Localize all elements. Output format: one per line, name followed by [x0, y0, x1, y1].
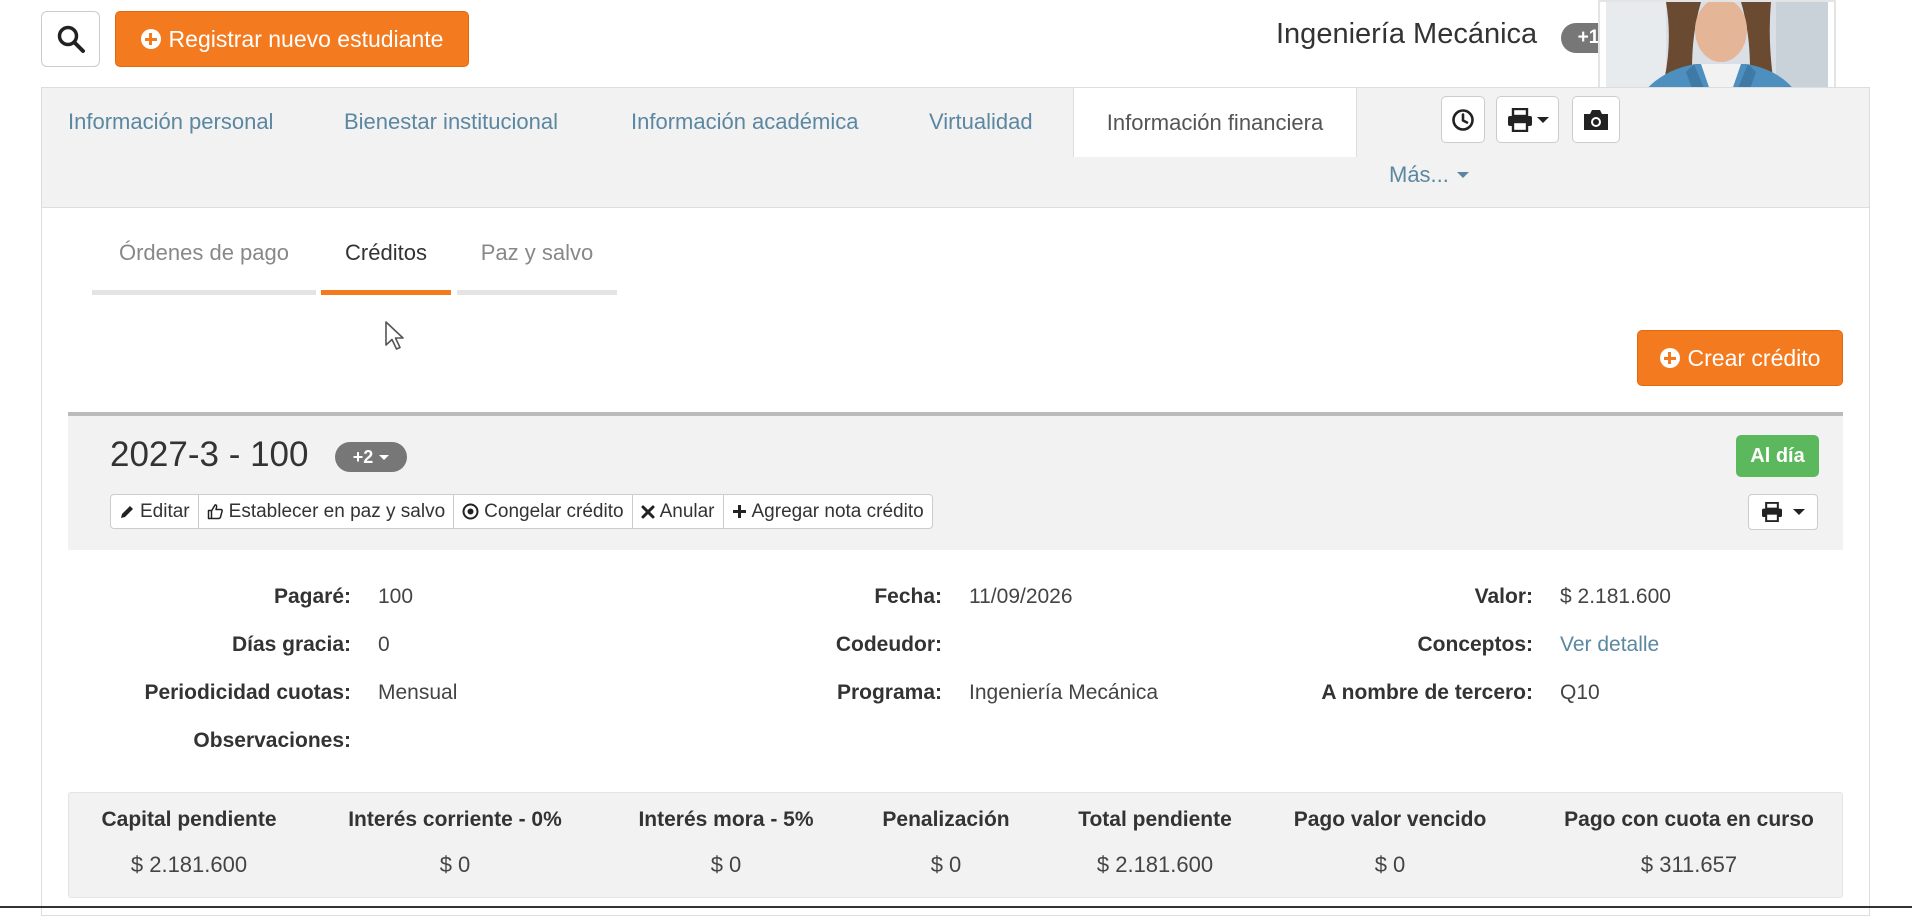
amount-label: Valor: [1474, 585, 1533, 608]
bottom-divider [0, 906, 1912, 908]
create-credit-label: Crear crédito [1687, 344, 1821, 371]
camera-icon [1584, 109, 1608, 130]
plus-circle-icon [140, 29, 161, 49]
summary-penalty: Penalización $ 0 [866, 808, 1026, 878]
tab-institutional-welfare[interactable]: Bienestar institucional [318, 88, 584, 156]
summary-current-interest-value: $ 0 [439, 852, 471, 877]
summary-total-pending: Total pendiente $ 2.181.600 [1060, 808, 1250, 878]
summary-overdue-payment-label: Pago valor vencido [1293, 808, 1487, 831]
history-button[interactable] [1441, 96, 1485, 143]
tab-virtuality[interactable]: Virtualidad [903, 88, 1059, 156]
credit-more-badge[interactable]: +2 [335, 442, 407, 472]
date-value: 11/09/2026 [969, 585, 1073, 608]
add-credit-note-label: Agregar nota crédito [751, 500, 924, 522]
third-party-value: Q10 [1560, 681, 1600, 704]
add-credit-note-button[interactable]: Agregar nota crédito [724, 495, 932, 528]
summary-capital-value: $ 2.181.600 [130, 852, 248, 877]
tab-academic-info[interactable]: Información académica [605, 88, 884, 156]
dot-circle-icon [462, 503, 479, 520]
summary-penalty-value: $ 0 [930, 852, 962, 877]
grace-days-label: Días gracia: [231, 633, 351, 656]
summary-capital-label: Capital pendiente [101, 808, 277, 831]
printer-icon [1507, 107, 1532, 132]
periodicity-label: Periodicidad cuotas: [144, 681, 351, 704]
freeze-credit-label: Congelar crédito [484, 500, 624, 522]
summary-overdue-payment-value: $ 0 [1374, 852, 1406, 877]
credit-card-header [68, 412, 1843, 550]
edit-label: Editar [140, 500, 190, 522]
summary-current-installment-label: Pago con cuota en curso [1564, 808, 1814, 831]
pagare-value: 100 [378, 585, 414, 608]
plus-circle-icon [1659, 348, 1680, 368]
periodicity-value: Mensual [378, 681, 458, 704]
subtab-payment-orders[interactable]: Órdenes de pago [92, 240, 316, 295]
date-label: Fecha: [874, 585, 942, 608]
summary-total-pending-label: Total pendiente [1078, 808, 1232, 831]
credit-title: 2027-3 - 100 [110, 435, 309, 474]
caret-down-icon [379, 454, 390, 460]
program-value: Ingeniería Mecánica [969, 681, 1159, 704]
credit-actions-group: Editar Establecer en paz y salvo Congela… [110, 494, 933, 529]
set-clearance-label: Establecer en paz y salvo [228, 500, 446, 522]
summary-current-installment: Pago con cuota en curso $ 311.657 [1544, 808, 1834, 878]
tab-financial-info[interactable]: Información financiera [1073, 87, 1357, 157]
program-name: Ingeniería Mecánica [1276, 18, 1538, 50]
clock-icon [1452, 108, 1474, 131]
search-icon [57, 25, 85, 53]
freeze-credit-button[interactable]: Congelar crédito [454, 495, 633, 528]
concepts-detail-link[interactable]: Ver detalle [1560, 633, 1659, 657]
summary-current-interest-label: Interés corriente - 0% [348, 808, 562, 831]
cancel-credit-label: Anular [659, 500, 715, 522]
summary-total-pending-value: $ 2.181.600 [1096, 852, 1214, 877]
summary-capital: Capital pendiente $ 2.181.600 [88, 808, 290, 878]
grace-days-value: 0 [378, 633, 390, 656]
summary-late-interest-value: $ 0 [710, 852, 742, 877]
pencil-icon [121, 505, 133, 518]
subtab-clearance[interactable]: Paz y salvo [457, 240, 617, 295]
summary-late-interest: Interés mora - 5% $ 0 [614, 808, 838, 878]
summary-overdue-payment: Pago valor vencido $ 0 [1280, 808, 1500, 878]
caret-down-icon [1456, 172, 1469, 178]
caret-down-icon [1793, 509, 1805, 515]
plus-icon [732, 505, 746, 518]
set-clearance-button[interactable]: Establecer en paz y salvo [199, 495, 455, 528]
printer-icon [1762, 502, 1782, 522]
tab-personal-info[interactable]: Información personal [42, 88, 299, 156]
thumbs-up-icon [207, 504, 223, 520]
program-label: Programa: [836, 681, 942, 704]
camera-button[interactable] [1572, 96, 1620, 143]
more-tabs-dropdown[interactable]: Más... [1389, 162, 1469, 188]
credit-more-count: +2 [352, 446, 374, 467]
mouse-cursor-icon [385, 321, 404, 350]
third-party-label: A nombre de tercero: [1321, 681, 1533, 704]
more-tabs-label: Más... [1389, 162, 1449, 187]
register-student-label: Registrar nuevo estudiante [168, 25, 444, 52]
edit-button[interactable]: Editar [111, 495, 199, 528]
subtab-credits[interactable]: Créditos [321, 240, 451, 295]
amount-value: $ 2.181.600 [1560, 585, 1671, 608]
cancel-credit-button[interactable]: Anular [633, 495, 724, 528]
caret-down-icon [1536, 116, 1549, 123]
cosigner-label: Codeudor: [835, 633, 942, 656]
status-badge: Al día [1736, 435, 1819, 477]
register-student-button[interactable]: Registrar nuevo estudiante [115, 11, 469, 67]
pagare-label: Pagaré: [273, 585, 351, 608]
summary-late-interest-label: Interés mora - 5% [638, 808, 814, 831]
print-dropdown-button[interactable] [1496, 96, 1559, 143]
credit-print-button[interactable] [1748, 494, 1818, 530]
summary-penalty-label: Penalización [882, 808, 1010, 831]
summary-current-installment-value: $ 311.657 [1640, 852, 1738, 877]
x-icon [641, 505, 655, 518]
search-button[interactable] [41, 11, 100, 67]
concepts-label: Conceptos: [1417, 633, 1534, 656]
create-credit-button[interactable]: Crear crédito [1637, 330, 1843, 386]
observations-label: Observaciones: [193, 729, 351, 752]
summary-current-interest: Interés corriente - 0% $ 0 [330, 808, 580, 878]
